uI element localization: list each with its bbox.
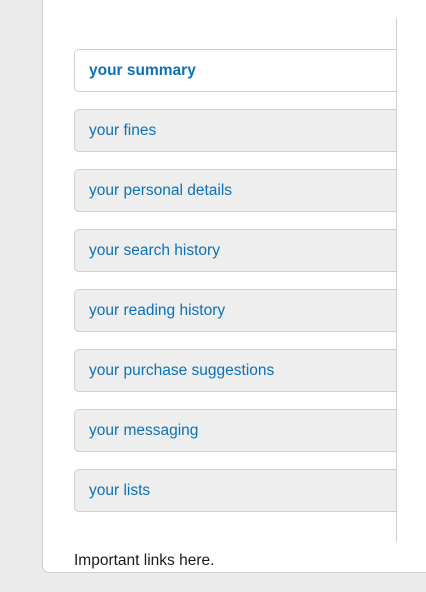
content-divider (396, 18, 397, 542)
nav-item-your-purchase-suggestions[interactable]: your purchase suggestions (74, 349, 396, 392)
nav-item-your-lists[interactable]: your lists (74, 469, 396, 512)
nav-item-your-reading-history[interactable]: your reading history (74, 289, 396, 332)
nav-item-your-personal-details[interactable]: your personal details (74, 169, 396, 212)
nav-item-your-summary[interactable]: your summary (74, 49, 396, 92)
important-links-text: Important links here. (74, 552, 215, 569)
nav-item-your-search-history[interactable]: your search history (74, 229, 396, 272)
account-nav: your summary your fines your personal de… (74, 49, 396, 529)
nav-item-your-fines[interactable]: your fines (74, 109, 396, 152)
nav-item-your-messaging[interactable]: your messaging (74, 409, 396, 452)
